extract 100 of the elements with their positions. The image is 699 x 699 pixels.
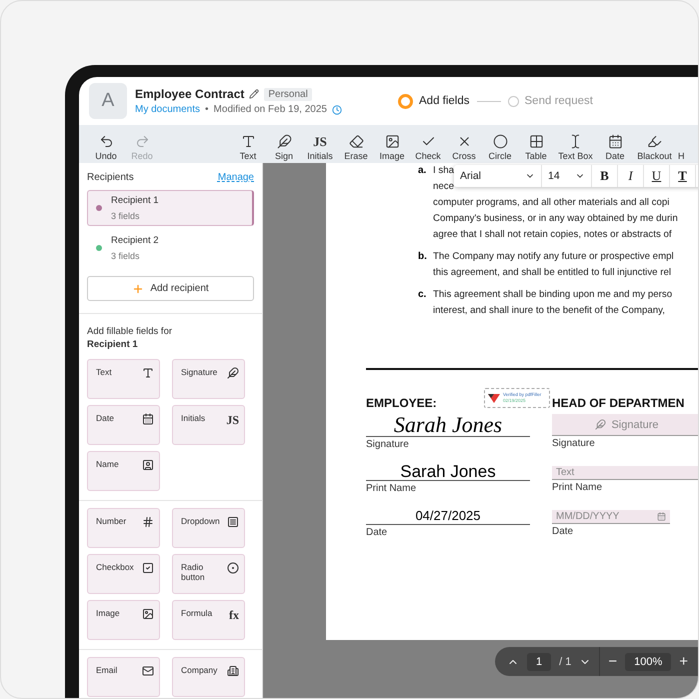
recipient-field-count: 3 fields xyxy=(111,211,141,221)
clause-marker: c. xyxy=(418,288,428,302)
table-tool-button[interactable]: Table xyxy=(518,134,554,161)
formula-icon: fx xyxy=(229,608,239,623)
zoom-in-button[interactable]: + xyxy=(679,654,688,669)
clause-text: this agreement, and shall be entitled to full injunctive rel xyxy=(433,266,672,280)
italic-button[interactable]: I xyxy=(618,165,644,187)
recipient-name: Recipient 2 xyxy=(111,235,159,246)
field-tile[interactable]: Number xyxy=(87,508,160,548)
signature-label: Signature xyxy=(552,438,595,449)
clause-marker: a. xyxy=(418,164,428,178)
personal-badge: Personal xyxy=(264,88,312,100)
date-tool-button[interactable]: Date xyxy=(597,134,633,161)
recipient-item[interactable]: Recipient 1 3 fields xyxy=(87,190,254,226)
table-icon xyxy=(528,134,544,149)
date-label: Date xyxy=(552,526,574,537)
zoom-out-button[interactable]: − xyxy=(608,654,618,669)
field-tile[interactable]: Radio button xyxy=(172,554,245,594)
print-name-value: Sarah Jones xyxy=(366,458,530,481)
recipient-name: Recipient 1 xyxy=(111,195,159,206)
eraser-icon xyxy=(348,134,364,149)
size-dropdown[interactable]: 14 xyxy=(542,165,592,187)
initials-icon: JS xyxy=(313,134,327,149)
envelope-icon xyxy=(142,665,154,677)
clause-text: Company's business, or in any way obtained by me durin xyxy=(433,212,678,226)
highlighter-icon xyxy=(647,134,662,149)
radio-icon xyxy=(227,562,239,574)
calendar-icon xyxy=(657,512,666,521)
fields-recipient: Recipient 1 xyxy=(87,339,139,350)
recipient-field-count: 3 fields xyxy=(111,251,141,261)
textbox-tool-button[interactable]: Text Box xyxy=(554,134,597,161)
clock-icon[interactable] xyxy=(332,104,342,114)
image-icon xyxy=(384,134,400,149)
employee-heading: EMPLOYEE: xyxy=(366,396,437,412)
clause-text: nece xyxy=(433,180,454,194)
clause-marker: b. xyxy=(418,250,428,264)
recipient-item[interactable]: Recipient 2 3 fields xyxy=(87,230,254,266)
pencil-icon[interactable] xyxy=(249,89,260,99)
circle-tool-button[interactable]: Circle xyxy=(482,134,518,161)
field-tile[interactable]: Email xyxy=(87,657,160,697)
undo-icon xyxy=(98,134,114,149)
checkbox-icon xyxy=(142,562,154,574)
my-documents-link[interactable]: My documents xyxy=(135,104,200,115)
clause-text: computer programs, and all other materials and all copi xyxy=(433,196,670,210)
clause-text: This agreement shall be binding upon me and my perso xyxy=(433,288,672,302)
contact-card-icon xyxy=(142,459,154,471)
field-tile[interactable]: Dropdown xyxy=(172,508,245,548)
underline-button[interactable]: U xyxy=(644,165,670,187)
avatar: A xyxy=(89,83,127,119)
calendar-icon xyxy=(608,134,622,149)
clause-text: agree that I shall not retain copies, notes or abstracts of xyxy=(433,228,672,242)
page-number-field[interactable]: 1 xyxy=(527,652,552,670)
date-value: 04/27/2025 xyxy=(366,502,530,525)
date-label: Date xyxy=(366,527,388,538)
clause-text: interest, and shall inure to the benefit of the Company, xyxy=(433,304,665,318)
text-icon xyxy=(240,134,256,149)
bold-button[interactable]: B xyxy=(592,165,618,187)
tool-button[interactable]: H xyxy=(678,151,684,161)
field-tile[interactable]: Image xyxy=(87,600,160,640)
erase-tool-button[interactable]: Erase xyxy=(338,134,374,161)
feather-icon xyxy=(276,134,292,149)
field-tile[interactable]: Text xyxy=(87,359,160,399)
manage-link[interactable]: Manage xyxy=(218,172,254,183)
fields-heading: Add fillable fields for xyxy=(87,326,174,337)
zoom-level-field[interactable]: 100% xyxy=(625,652,672,670)
plus-icon xyxy=(132,282,144,294)
check-tool-button[interactable]: Check xyxy=(410,134,446,161)
clause-text: The Company may notify any future or prospective empl xyxy=(433,250,674,264)
blackout-tool-button[interactable]: Blackout xyxy=(633,134,676,161)
text-tool-button[interactable]: Text xyxy=(230,134,266,161)
feather-icon xyxy=(227,367,239,379)
calendar-icon xyxy=(142,413,154,425)
signature-label: Signature xyxy=(366,439,409,450)
color-button[interactable]: T xyxy=(670,165,696,187)
image-icon xyxy=(142,608,154,620)
field-tile[interactable]: Company xyxy=(172,657,245,697)
cross-tool-button[interactable]: Cross xyxy=(446,134,482,161)
department-heading: HEAD OF DEPARTMEN xyxy=(552,396,684,412)
add-recipient-button[interactable]: Add recipient xyxy=(87,276,254,301)
font-dropdown[interactable]: Arial xyxy=(454,165,542,187)
hash-icon xyxy=(142,516,154,528)
recipients-title: Recipients xyxy=(87,172,134,183)
clause-text: I sha xyxy=(433,164,454,178)
initials-tool-button[interactable]: JS Initials xyxy=(302,134,338,161)
logo-icon xyxy=(488,393,500,403)
field-tile[interactable]: Date xyxy=(87,405,160,445)
field-tile[interactable]: Formula fx xyxy=(172,600,245,640)
undo-button[interactable]: Undo xyxy=(88,134,124,161)
print-name-label: Print Name xyxy=(366,483,416,494)
field-tile[interactable]: Name xyxy=(87,451,160,491)
circle-icon xyxy=(492,134,508,149)
feather-icon xyxy=(595,419,606,430)
separator-dot: • xyxy=(205,104,209,115)
dropdown-icon xyxy=(227,516,239,528)
field-tile[interactable]: Checkbox xyxy=(87,554,160,594)
image-tool-button[interactable]: Image xyxy=(374,134,410,161)
field-tile[interactable]: Signature xyxy=(172,359,245,399)
field-tile[interactable]: Initials JS xyxy=(172,405,245,445)
step-tab[interactable]: Add fields xyxy=(398,94,470,108)
sign-tool-button[interactable]: Sign xyxy=(266,134,302,161)
